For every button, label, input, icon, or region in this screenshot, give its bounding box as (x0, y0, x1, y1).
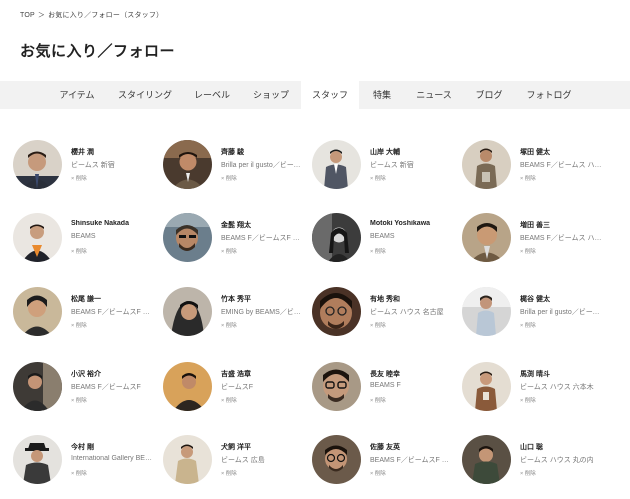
staff-name[interactable]: 今村 剛 (71, 442, 155, 452)
staff-avatar[interactable] (312, 213, 361, 262)
staff-shop: BEAMS F／ビームス ハウ… (520, 235, 604, 242)
staff-shop: BEAMS (71, 233, 96, 240)
remove-follow-button[interactable]: × 削除 (520, 321, 536, 329)
staff-shop: Brilla per il gusto／ビーム… (221, 162, 305, 169)
staff-name[interactable]: Motoki Yoshikawa (370, 220, 454, 227)
staff-shop: BEAMS F／ビームスF 立川 (370, 457, 454, 464)
tab-shops[interactable]: ショップ (246, 81, 296, 109)
staff-name[interactable]: 犬飼 洋平 (221, 442, 305, 452)
remove-follow-button[interactable]: × 削除 (370, 247, 386, 255)
staff-avatar[interactable] (163, 287, 212, 336)
remove-follow-button[interactable]: × 削除 (221, 174, 237, 182)
staff-name[interactable]: 梶谷 健太 (520, 294, 604, 304)
staff-shop: BEAMS F／ビームス ハウ… (520, 162, 604, 169)
breadcrumb: TOP ＞お気に入り／フォロー（スタッフ） (20, 10, 166, 20)
staff-shop: ビームス ハウス 丸の内 (520, 457, 594, 464)
staff-name[interactable]: 佐藤 友英 (370, 442, 454, 452)
remove-follow-button[interactable]: × 削除 (221, 396, 237, 404)
remove-follow-button[interactable]: × 削除 (71, 321, 87, 329)
staff-name[interactable]: 齊藤 駿 (221, 147, 305, 157)
tab-styling[interactable]: スタイリング (112, 81, 178, 109)
remove-follow-button[interactable]: × 削除 (520, 396, 536, 404)
staff-name[interactable]: Shinsuke Nakada (71, 220, 155, 227)
staff-avatar[interactable] (13, 435, 62, 484)
remove-follow-button[interactable]: × 削除 (71, 396, 87, 404)
remove-follow-button[interactable]: × 削除 (221, 321, 237, 329)
staff-name[interactable]: 増田 善三 (520, 220, 604, 230)
staff-avatar[interactable] (462, 213, 511, 262)
tab-items[interactable]: アイテム (48, 81, 106, 109)
staff-name[interactable]: 塚田 健太 (520, 147, 604, 157)
staff-shop: ビームス 新宿 (370, 162, 414, 169)
staff-avatar[interactable] (13, 287, 62, 336)
staff-avatar[interactable] (462, 287, 511, 336)
remove-follow-button[interactable]: × 削除 (221, 247, 237, 255)
staff-shop: BEAMS F (370, 382, 401, 389)
staff-name[interactable]: 長友 睦幸 (370, 369, 454, 379)
staff-name[interactable]: 山岸 大輔 (370, 147, 454, 157)
staff-avatar[interactable] (462, 362, 511, 411)
staff-name[interactable]: 山口 聡 (520, 442, 604, 452)
staff-avatar[interactable] (462, 435, 511, 484)
staff-shop: ビームス ハウス 名古屋 (370, 309, 444, 316)
staff-shop: ビームス ハウス 六本木 (520, 384, 594, 391)
staff-shop: EMING by BEAMS／ビー… (221, 309, 305, 316)
staff-avatar[interactable] (312, 435, 361, 484)
tab-news[interactable]: ニュース (408, 81, 460, 109)
tab-blog[interactable]: ブログ (466, 81, 512, 109)
remove-follow-button[interactable]: × 削除 (71, 174, 87, 182)
remove-follow-button[interactable]: × 削除 (71, 247, 87, 255)
staff-avatar[interactable] (163, 435, 212, 484)
staff-avatar[interactable] (163, 213, 212, 262)
staff-shop: BEAMS (370, 233, 395, 240)
tab-staff[interactable]: スタッフ (301, 81, 359, 109)
remove-follow-button[interactable]: × 削除 (370, 174, 386, 182)
staff-avatar[interactable] (163, 140, 212, 189)
remove-follow-button[interactable]: × 削除 (370, 396, 386, 404)
staff-shop: International Gallery BEA… (71, 455, 155, 462)
staff-name[interactable]: 櫻井 潤 (71, 147, 155, 157)
remove-follow-button[interactable]: × 削除 (71, 469, 87, 477)
breadcrumb-separator: ＞ (37, 12, 46, 19)
staff-name[interactable]: 松尾 謙一 (71, 294, 155, 304)
staff-name[interactable]: 竹本 秀平 (221, 294, 305, 304)
staff-avatar[interactable] (312, 362, 361, 411)
staff-shop: ビームスF (221, 384, 254, 391)
remove-follow-button[interactable]: × 削除 (370, 469, 386, 477)
remove-follow-button[interactable]: × 削除 (520, 469, 536, 477)
remove-follow-button[interactable]: × 削除 (520, 247, 536, 255)
staff-shop: BEAMS F／ビームスF 新… (71, 309, 155, 316)
staff-shop: ビームス 新宿 (71, 162, 115, 169)
remove-follow-button[interactable]: × 削除 (221, 469, 237, 477)
staff-avatar[interactable] (312, 140, 361, 189)
tab-features[interactable]: 特集 (363, 81, 401, 109)
category-tab-bar: アイテム スタイリング レーベル ショップ スタッフ 特集 ニュース ブログ フ… (0, 81, 630, 109)
staff-shop: ビームス 広島 (221, 457, 265, 464)
breadcrumb-current: お気に入り／フォロー（スタッフ） (48, 12, 164, 19)
staff-avatar[interactable] (163, 362, 212, 411)
staff-shop: BEAMS F／ビームスF 新宿 (221, 235, 305, 242)
staff-avatar[interactable] (13, 140, 62, 189)
staff-avatar[interactable] (312, 287, 361, 336)
remove-follow-button[interactable]: × 削除 (520, 174, 536, 182)
staff-avatar[interactable] (462, 140, 511, 189)
staff-name[interactable]: 金髭 翔太 (221, 220, 305, 230)
staff-avatar[interactable] (13, 213, 62, 262)
breadcrumb-top-link[interactable]: TOP (20, 12, 35, 19)
page-title: お気に入り／フォロー (20, 43, 176, 60)
staff-name[interactable]: 有地 秀和 (370, 294, 454, 304)
staff-name[interactable]: 馬渕 晴斗 (520, 369, 604, 379)
staff-shop: BEAMS F／ビームスF (71, 384, 141, 391)
staff-avatar[interactable] (13, 362, 62, 411)
staff-name[interactable]: 小沢 裕介 (71, 369, 155, 379)
staff-name[interactable]: 吉盛 浩章 (221, 369, 305, 379)
tab-labels[interactable]: レーベル (186, 81, 238, 109)
tab-photolog[interactable]: フォトログ (518, 81, 580, 109)
staff-shop: Brilla per il gusto／ビーム… (520, 309, 604, 316)
remove-follow-button[interactable]: × 削除 (370, 321, 386, 329)
